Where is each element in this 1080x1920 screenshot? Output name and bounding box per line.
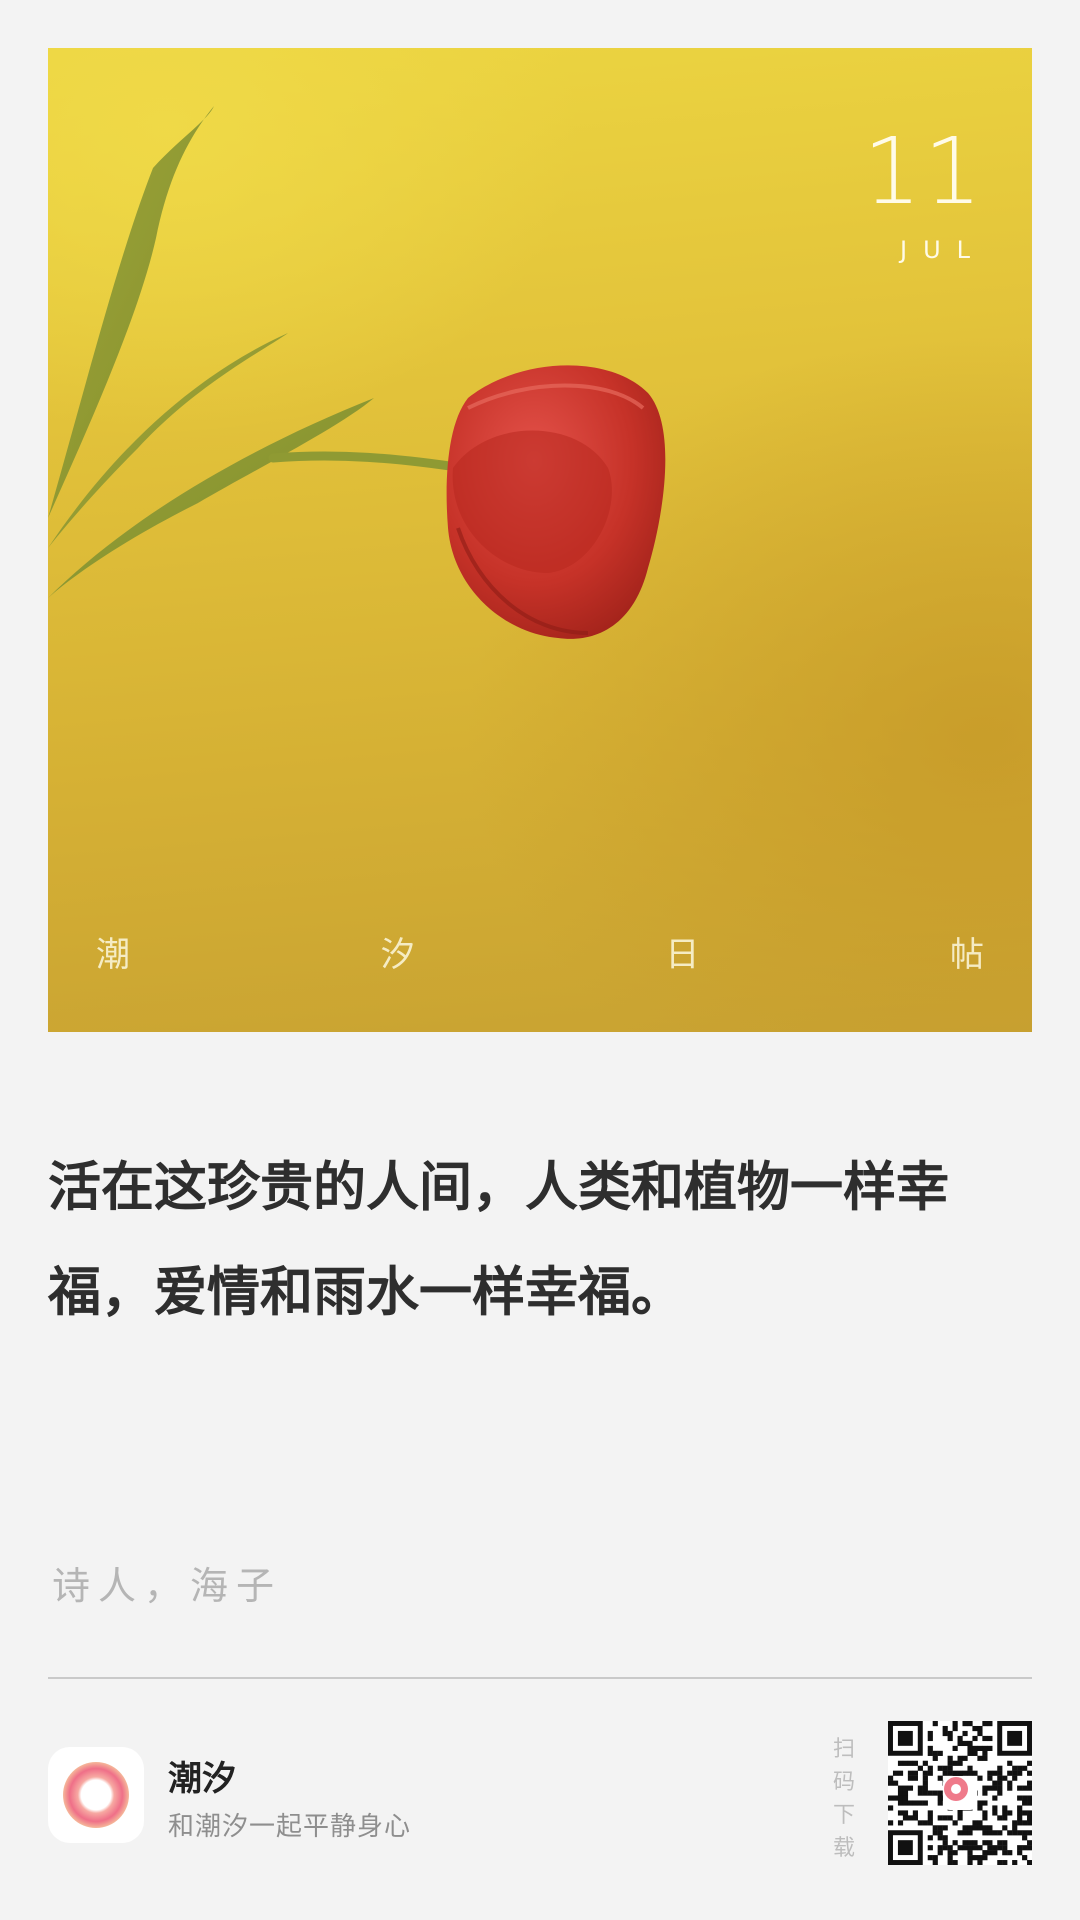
caption-char: 日	[665, 935, 700, 975]
download-qr-code[interactable]	[888, 1721, 1032, 1865]
scan-hint-char: 扫	[832, 1737, 855, 1762]
app-slogan: 和潮汐一起平静身心	[168, 1812, 412, 1842]
scan-hint: 扫 码 下 载	[830, 1733, 858, 1865]
tide-ring-icon	[944, 1777, 968, 1801]
quote-author: 诗人，海子	[52, 1564, 283, 1608]
scan-hint-char: 码	[832, 1770, 855, 1795]
date-month: JUL	[899, 236, 986, 264]
qr-center-logo	[943, 1776, 977, 1810]
caption-char: 帖	[949, 935, 984, 975]
daily-card-photo: 11 JUL 潮 汐 日 帖	[48, 48, 1032, 1032]
app-logo	[48, 1747, 144, 1843]
quote-text: 活在这珍贵的人间，人类和植物一样幸福，爱情和雨水一样幸福。	[48, 1157, 949, 1323]
date-day: 11	[862, 118, 984, 225]
scan-hint-char: 载	[832, 1836, 855, 1861]
tide-ring-icon	[63, 1762, 129, 1828]
photo-caption: 潮 汐 日 帖	[48, 938, 1032, 972]
scan-hint-char: 下	[832, 1803, 855, 1828]
divider	[48, 1677, 1032, 1679]
caption-char: 汐	[380, 935, 415, 975]
app-name: 潮汐	[168, 1759, 236, 1799]
caption-char: 潮	[96, 935, 130, 975]
